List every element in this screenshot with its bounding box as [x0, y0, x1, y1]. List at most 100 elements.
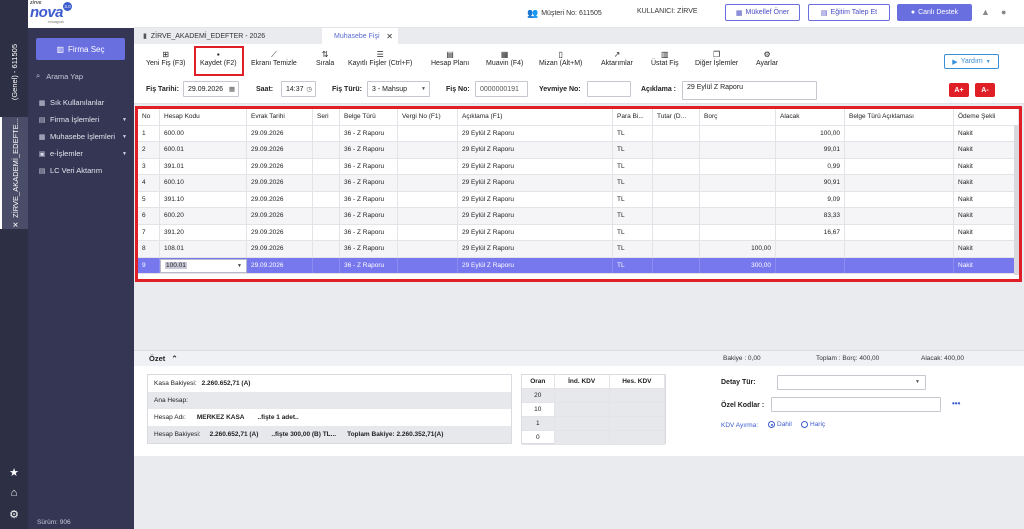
cell-evrak-tarihi[interactable]: 29.09.2026: [247, 257, 313, 273]
column-header-para-birimi[interactable]: Para Bi...: [613, 109, 653, 125]
cell-belge-turu[interactable]: 36 - Z Raporu: [340, 257, 398, 273]
settings-icon[interactable]: ⚙: [7, 508, 21, 522]
user-icon[interactable]: ●: [1001, 7, 1006, 17]
column-header-alacak[interactable]: Alacak: [776, 109, 845, 125]
cell-tutar-doviz[interactable]: [653, 241, 700, 257]
cell-aciklama[interactable]: 29 Eylül Z Raporu: [458, 125, 613, 141]
cell-alacak[interactable]: [776, 241, 845, 257]
fis-tarihi-input[interactable]: 29.09.2026 ▦: [183, 81, 239, 97]
hes-kdv-cell[interactable]: [609, 389, 665, 402]
cell-evrak-tarihi[interactable]: 29.09.2026: [247, 125, 313, 141]
cell-para-birimi[interactable]: TL: [613, 175, 653, 191]
cell-belge-turu-aciklamasi[interactable]: [845, 208, 954, 224]
chevron-down-icon[interactable]: ▼: [237, 263, 242, 269]
sidebar-item-muhasebe-islemleri[interactable]: ▦ Muhasebe İşlemleri ▼: [28, 128, 134, 145]
cell-belge-turu[interactable]: 36 - Z Raporu: [340, 125, 398, 141]
table-row[interactable]: 4 600.10 29.09.2026 36 - Z Raporu 29 Eylül Z…: [138, 175, 1019, 192]
cell-vergi-no[interactable]: [398, 175, 458, 191]
table-row[interactable]: 8 108.01 29.09.2026 36 - Z Raporu 29 Eylül Z…: [138, 241, 1019, 258]
calendar-icon[interactable]: ▦: [229, 85, 235, 93]
column-header-tutar-doviz[interactable]: Tutar (D...: [653, 109, 700, 125]
column-header-odeme-sekli[interactable]: Ödeme Şekli: [954, 109, 1019, 125]
cell-evrak-tarihi[interactable]: 29.09.2026: [247, 142, 313, 158]
table-row[interactable]: 6 600.20 29.09.2026 36 - Z Raporu 29 Eylül Z…: [138, 208, 1019, 225]
font-decrease-button[interactable]: A-: [975, 83, 995, 97]
kdv-dahil-radio[interactable]: Dahil: [768, 421, 792, 428]
cell-odeme-sekli[interactable]: Nakit: [954, 142, 1019, 158]
sidebar-item-e-islemler[interactable]: ▣ e-İşlemler ▼: [28, 145, 134, 162]
cell-borc[interactable]: [700, 191, 776, 207]
yeni-fis-button[interactable]: ⊞ Yeni Fiş (F3): [146, 49, 185, 67]
search-input[interactable]: ⌕ Arama Yap: [36, 69, 126, 83]
ozet-toggle[interactable]: Özet ⌃: [149, 354, 178, 363]
yevmiye-input[interactable]: [587, 81, 631, 97]
cell-seri[interactable]: [313, 191, 340, 207]
cell-para-birimi[interactable]: TL: [613, 142, 653, 158]
cell-para-birimi[interactable]: TL: [613, 158, 653, 174]
cell-seri[interactable]: [313, 142, 340, 158]
muavin-button[interactable]: ▦ Muavin (F4): [486, 49, 523, 67]
cell-hesap-kodu[interactable]: 600.10: [160, 175, 247, 191]
cell-no[interactable]: 6: [138, 208, 160, 224]
cell-alacak[interactable]: 90,91: [776, 175, 845, 191]
column-header-seri[interactable]: Seri: [313, 109, 340, 125]
cell-no[interactable]: 2: [138, 142, 160, 158]
cell-alacak[interactable]: [776, 257, 845, 273]
column-header-borc[interactable]: Borç: [700, 109, 776, 125]
cell-belge-turu-aciklamasi[interactable]: [845, 257, 954, 273]
cell-vergi-no[interactable]: [398, 158, 458, 174]
mukellef-oner-button[interactable]: ▦ Mükellef Öner: [725, 4, 800, 21]
cell-no[interactable]: 8: [138, 241, 160, 257]
cell-tutar-doviz[interactable]: [653, 142, 700, 158]
cell-para-birimi[interactable]: TL: [613, 125, 653, 141]
cell-tutar-doviz[interactable]: [653, 175, 700, 191]
canli-destek-button[interactable]: ● Canlı Destek: [897, 4, 972, 21]
firma-sec-button[interactable]: ▥ Firma Seç: [36, 38, 125, 60]
ind-kdv-cell[interactable]: [554, 417, 610, 430]
cell-para-birimi[interactable]: TL: [613, 241, 653, 257]
cell-hesap-kodu[interactable]: 600.00: [160, 125, 247, 141]
cell-odeme-sekli[interactable]: Nakit: [954, 241, 1019, 257]
column-header-belge-turu[interactable]: Belge Türü: [340, 109, 398, 125]
fis-no-input[interactable]: 0000000191: [475, 81, 528, 97]
fis-turu-select[interactable]: 3 - Mahsup ▼: [367, 81, 430, 97]
ind-kdv-cell[interactable]: [554, 389, 610, 402]
tab-company[interactable]: ✕ ZİRVE_AKADEMİ_EDEFTE...: [0, 117, 28, 229]
cell-tutar-doviz[interactable]: [653, 191, 700, 207]
cell-seri[interactable]: [313, 257, 340, 273]
cell-alacak[interactable]: 9,09: [776, 191, 845, 207]
table-row[interactable]: 1 600.00 29.09.2026 36 - Z Raporu 29 Eylül Z…: [138, 125, 1019, 142]
kdv-haric-radio[interactable]: Hariç: [801, 421, 825, 428]
cell-aciklama[interactable]: 29 Eylül Z Raporu: [458, 241, 613, 257]
cell-odeme-sekli[interactable]: Nakit: [954, 191, 1019, 207]
more-icon[interactable]: •••: [952, 399, 960, 408]
ekrani-temizle-button[interactable]: ⟋ Ekranı Temizle: [251, 49, 297, 67]
cell-vergi-no[interactable]: [398, 125, 458, 141]
cell-vergi-no[interactable]: [398, 142, 458, 158]
saat-input[interactable]: 14:37 ◷: [281, 81, 316, 97]
font-increase-button[interactable]: A+: [949, 83, 969, 97]
cell-vergi-no[interactable]: [398, 257, 458, 273]
cell-aciklama[interactable]: 29 Eylül Z Raporu: [458, 175, 613, 191]
tab-company-edefter[interactable]: ▮ ZİRVE_AKADEMİ_EDEFTER - 2026: [139, 28, 307, 44]
column-header-vergi-no[interactable]: Vergi No (F1): [398, 109, 458, 125]
cell-odeme-sekli[interactable]: Nakit: [954, 224, 1019, 240]
sidebar-item-firma-islemleri[interactable]: ▤ Firma İşlemleri ▼: [28, 111, 134, 128]
cell-borc[interactable]: 300,00: [700, 257, 776, 273]
cell-borc[interactable]: [700, 142, 776, 158]
cell-belge-turu-aciklamasi[interactable]: [845, 241, 954, 257]
ind-kdv-cell[interactable]: [554, 431, 610, 444]
cell-no[interactable]: 7: [138, 224, 160, 240]
cell-seri[interactable]: [313, 208, 340, 224]
cell-hesap-kodu[interactable]: 391.01: [160, 158, 247, 174]
hesap-kodu-edit-value[interactable]: 100.01: [165, 262, 187, 269]
yardim-button[interactable]: ▶ Yardım ▼: [944, 54, 999, 69]
column-header-belge-turu-aciklamasi[interactable]: Belge Türü Açıklaması: [845, 109, 954, 125]
cell-no[interactable]: 5: [138, 191, 160, 207]
cell-evrak-tarihi[interactable]: 29.09.2026: [247, 208, 313, 224]
cell-borc[interactable]: [700, 175, 776, 191]
table-row[interactable]: 9 100.01 ▼ 29.09.2026 36 - Z Raporu 29 Eylül …: [138, 257, 1019, 274]
cell-belge-turu-aciklamasi[interactable]: [845, 125, 954, 141]
cell-evrak-tarihi[interactable]: 29.09.2026: [247, 191, 313, 207]
clock-icon[interactable]: ◷: [306, 85, 312, 93]
